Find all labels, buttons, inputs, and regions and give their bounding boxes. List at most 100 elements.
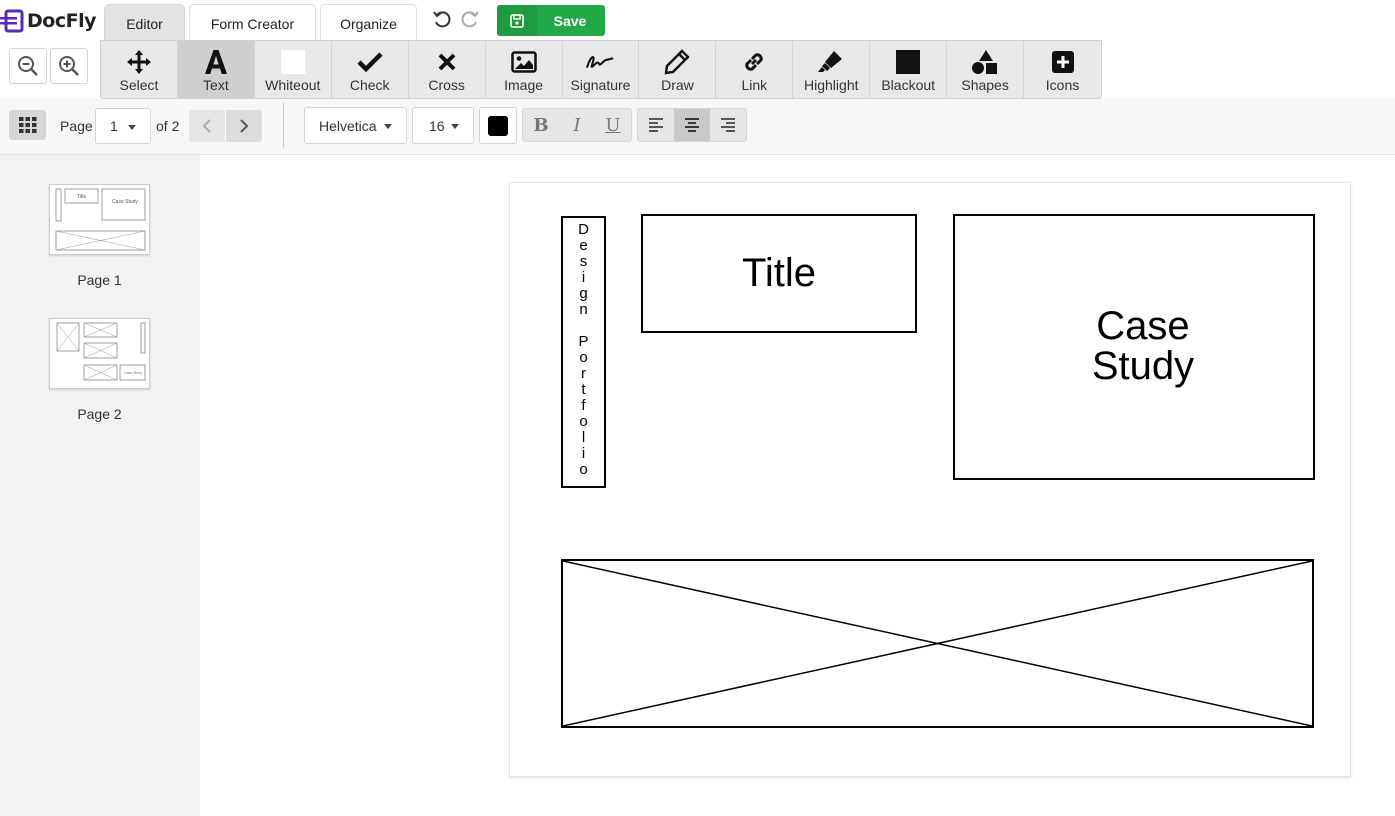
chevron-down-icon (384, 124, 392, 129)
align-left-button[interactable] (638, 109, 674, 141)
page-thumbnails-sidebar: Title Case Study Page 1 Case Study Page … (0, 155, 200, 816)
case-study-line-1: Case (1096, 304, 1190, 348)
font-size-value: 16 (429, 117, 445, 134)
case-study-text: Case Study (955, 306, 1313, 386)
tool-blackout-label: Blackout (881, 77, 936, 93)
align-center-button[interactable] (674, 109, 710, 141)
tool-select[interactable]: Select (101, 41, 178, 98)
page-1-preview: Title Case Study (55, 188, 146, 251)
tool-text-label: Text (203, 77, 229, 93)
prev-page-button[interactable] (189, 110, 225, 142)
next-page-button[interactable] (226, 110, 262, 142)
page-1-label: Page 1 (77, 272, 122, 288)
vertical-text-char: o (579, 413, 588, 430)
tool-text[interactable]: Text (177, 41, 255, 98)
tool-signature-label: Signature (570, 77, 631, 93)
vertical-text-char: i (581, 445, 586, 462)
vertical-text-char: f (581, 397, 586, 414)
chevron-down-icon (451, 124, 459, 129)
thumb-case-text: Case Study (112, 199, 138, 205)
save-button[interactable]: Save (497, 5, 605, 36)
vertical-text-box[interactable]: Design Portfolio (561, 216, 606, 488)
link-icon (739, 45, 769, 78)
tool-blackout[interactable]: Blackout (870, 41, 948, 98)
image-placeholder[interactable] (561, 559, 1314, 728)
font-size-select[interactable]: 16 (412, 107, 474, 144)
image-placeholder-cross (562, 560, 1313, 727)
check-icon (355, 45, 385, 78)
vertical-text-char: P (578, 333, 589, 350)
underline-button[interactable]: U (595, 109, 631, 141)
document-page[interactable]: Design Portfolio Title Case Study (509, 182, 1351, 777)
font-family-value: Helvetica (319, 117, 377, 134)
tool-select-label: Select (119, 77, 159, 93)
zoom-out-button[interactable] (9, 48, 47, 84)
top-bar: DocFly Editor Form Creator Organize Save (0, 0, 1395, 42)
page-2-preview: Case Study (56, 322, 146, 381)
title-text: Title (741, 251, 817, 295)
toolbar-divider (283, 102, 284, 148)
tool-icons-label: Icons (1045, 77, 1080, 93)
tool-link[interactable]: Link (716, 41, 794, 98)
logo-text: DocFly (27, 10, 96, 32)
vertical-text-char: g (579, 285, 588, 302)
page-thumbnail-2[interactable]: Case Study (49, 318, 150, 389)
text-icon (201, 45, 231, 78)
tool-shapes[interactable]: Shapes (947, 41, 1025, 98)
save-icon (497, 5, 537, 36)
tool-highlight[interactable]: Highlight (793, 41, 871, 98)
grid-icon (18, 117, 36, 133)
tool-draw[interactable]: Draw (639, 41, 717, 98)
vertical-text-char: o (579, 349, 588, 366)
page-count-label: of 2 (156, 118, 180, 134)
vertical-text-char: i (581, 269, 586, 286)
vertical-text-char: D (578, 221, 589, 238)
vertical-text-char: r (581, 365, 586, 382)
page-number-select[interactable]: 1 (95, 108, 151, 144)
tool-check[interactable]: Check (332, 41, 409, 98)
chevron-right-icon (240, 119, 249, 133)
align-right-button[interactable] (710, 109, 746, 141)
font-family-select[interactable]: Helvetica (304, 107, 407, 144)
page-label: Page (60, 118, 93, 134)
text-color-button[interactable] (479, 107, 517, 144)
tool-cross[interactable]: Cross (409, 41, 486, 98)
tab-editor[interactable]: Editor (104, 4, 185, 42)
tool-highlight-label: Highlight (804, 77, 859, 93)
case-study-line-2: Study (1091, 344, 1195, 388)
align-right-icon (721, 118, 735, 132)
tool-image[interactable]: Image (486, 41, 563, 98)
tool-cross-label: Cross (428, 77, 465, 93)
tab-organize[interactable]: Organize (320, 4, 417, 42)
tool-icons[interactable]: Icons (1024, 41, 1101, 98)
logo[interactable]: DocFly (0, 8, 96, 34)
page-thumbnail-1[interactable]: Title Case Study (49, 184, 150, 255)
vertical-text-char: o (579, 461, 588, 478)
chevron-down-icon (128, 125, 136, 130)
highlighter-icon (816, 45, 846, 78)
zoom-out-icon (18, 56, 38, 76)
tool-signature[interactable]: Signature (563, 41, 640, 98)
tool-image-label: Image (504, 77, 544, 93)
blackout-icon (893, 45, 923, 78)
tool-whiteout-label: Whiteout (265, 77, 321, 93)
zoom-in-button[interactable] (50, 48, 88, 84)
format-bar: Page 1 of 2 Helvetica 16 B I U (0, 99, 1395, 155)
tab-form-creator[interactable]: Form Creator (189, 4, 316, 42)
bold-button[interactable]: B (523, 109, 559, 141)
case-study-text-box[interactable]: Case Study (953, 214, 1315, 480)
whiteout-icon (278, 45, 308, 78)
redo-button[interactable] (458, 9, 480, 31)
page-2-label: Page 2 (77, 406, 122, 422)
shapes-icon (970, 45, 1000, 78)
image-icon (509, 45, 539, 78)
redo-icon (461, 11, 479, 28)
tool-whiteout[interactable]: Whiteout (255, 41, 332, 98)
vertical-text-char (581, 318, 585, 334)
thumbnails-toggle-button[interactable] (9, 110, 46, 140)
title-text-box[interactable]: Title (641, 214, 917, 333)
undo-button[interactable] (432, 9, 454, 31)
move-icon (124, 45, 154, 78)
save-label: Save (553, 12, 587, 29)
italic-button[interactable]: I (559, 109, 595, 141)
